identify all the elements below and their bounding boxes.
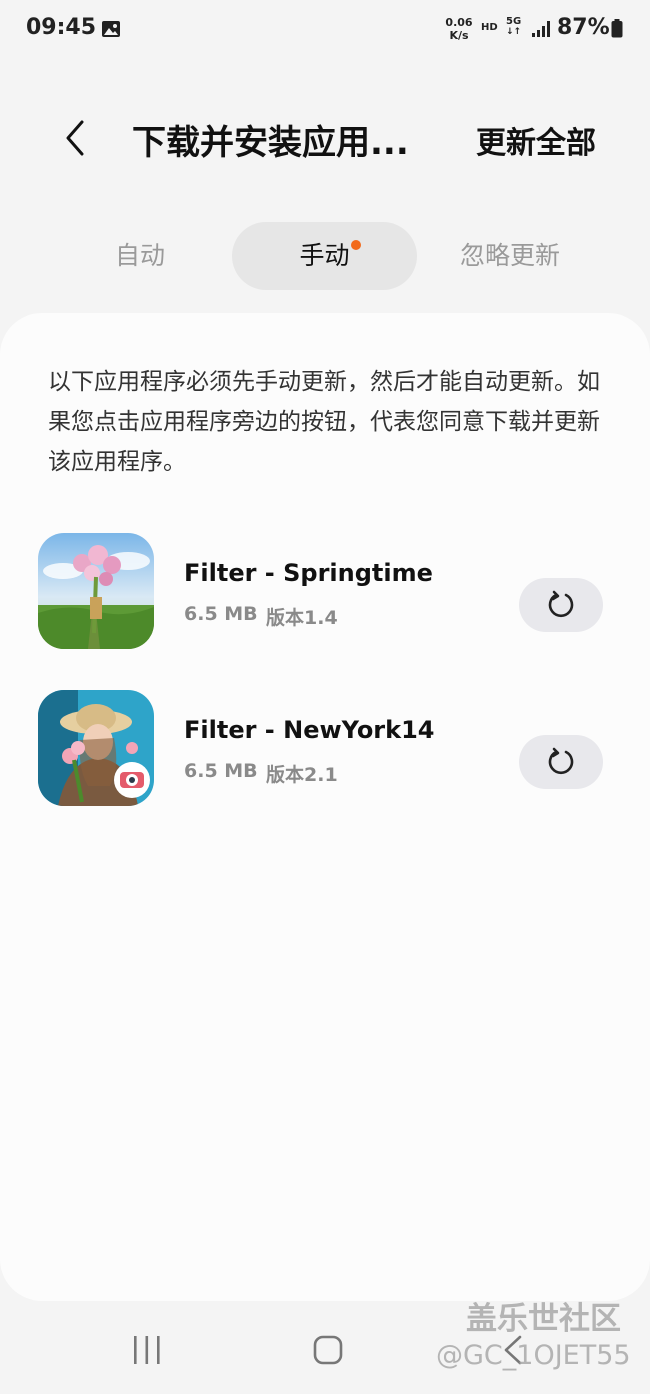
manual-update-description: 以下应用程序必须先手动更新，然后才能自动更新。如果您点击应用程序旁边的按钮，代表… — [48, 369, 600, 475]
status-bar: 09:45 0.06 K/s HD 5G ↓↑ 87% — [0, 0, 650, 58]
update-app-button[interactable] — [519, 578, 603, 632]
signal-strength-icon — [532, 21, 550, 37]
update-all-button[interactable]: 更新全部 — [476, 118, 596, 162]
recent-apps-icon[interactable] — [132, 1333, 162, 1367]
app-list-item[interactable]: Filter - NewYork14 6.5 MB 版本2.1 — [0, 690, 650, 810]
newyork-portrait-icon — [38, 690, 154, 806]
back-arrow-icon[interactable] — [56, 118, 96, 158]
status-time: 09:45 — [26, 15, 97, 40]
tab-auto[interactable]: 自动 — [80, 222, 200, 290]
app-version: 版本2.1 — [266, 764, 338, 786]
update-app-button[interactable] — [519, 735, 603, 789]
refresh-icon — [548, 590, 574, 618]
springtime-photo-icon — [38, 533, 154, 649]
app-name: Filter - Springtime — [184, 559, 433, 587]
tab-ignored-updates[interactable]: 忽略更新 — [430, 222, 590, 290]
refresh-icon — [548, 747, 574, 775]
network-speed-value: 0.06 — [445, 16, 473, 29]
app-name: Filter - NewYork14 — [184, 716, 435, 744]
notification-dot — [351, 240, 361, 250]
network-type-label: 5G — [506, 16, 522, 27]
app-version: 版本1.4 — [266, 607, 338, 629]
image-notification-icon — [102, 21, 120, 37]
hd-indicator: HD — [481, 22, 498, 33]
battery-percent: 87% — [557, 15, 610, 40]
watermark-brand: 盖乐世社区 — [466, 1301, 621, 1337]
app-list-item[interactable]: Filter - Springtime 6.5 MB 版本1.4 — [0, 533, 650, 653]
watermark-handle: @GC_1OJET55 — [436, 1340, 631, 1371]
network-speed: 0.06 K/s — [444, 16, 474, 42]
page-title: 下载并安装应用... — [132, 123, 409, 163]
app-size: 6.5 MB — [184, 760, 258, 782]
network-type: 5G ↓↑ — [506, 16, 521, 38]
home-icon[interactable] — [313, 1334, 343, 1366]
tab-manual[interactable]: 手动 — [232, 222, 417, 290]
battery-icon — [611, 19, 623, 38]
network-speed-unit: K/s — [449, 29, 469, 42]
data-arrows-icon: ↓↑ — [506, 27, 522, 37]
app-size: 6.5 MB — [184, 603, 258, 625]
